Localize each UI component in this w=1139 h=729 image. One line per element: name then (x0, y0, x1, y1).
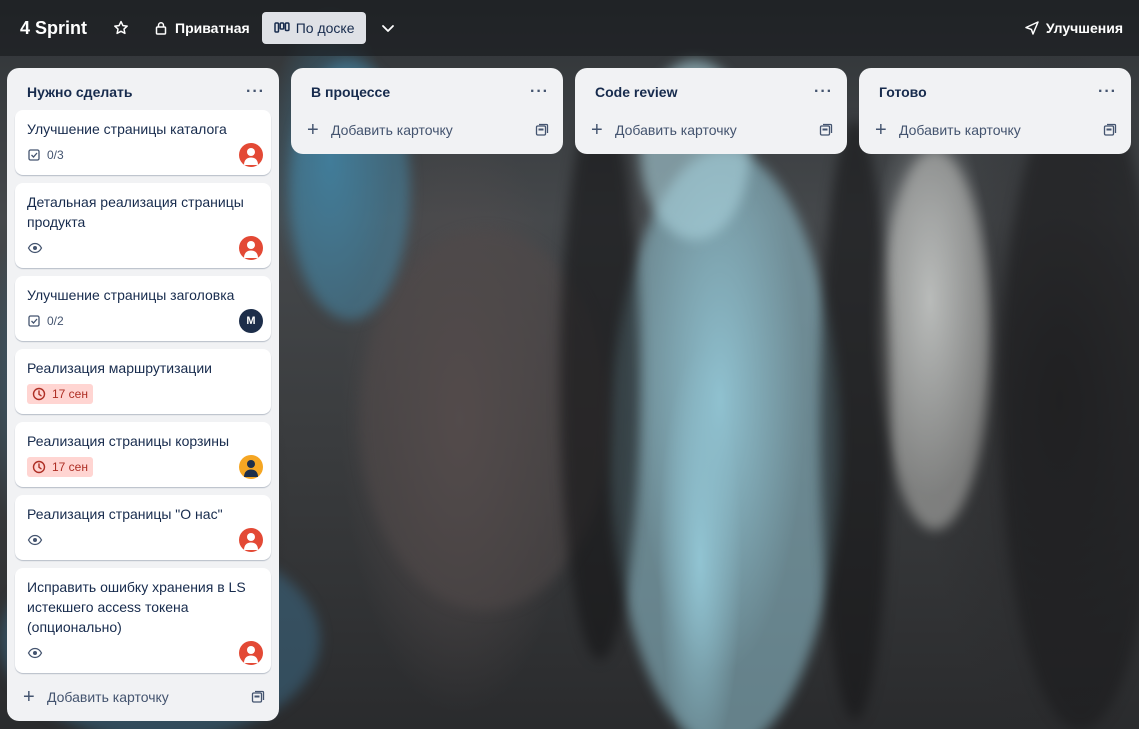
checklist-badge: 0/3 (27, 148, 64, 162)
card-title: Улучшение страницы заголовка (27, 287, 235, 303)
card-badges: 0/2 (27, 309, 259, 333)
clock-icon (32, 460, 46, 474)
plus-icon: + (307, 119, 319, 141)
user-icon (244, 241, 258, 258)
avatar[interactable] (239, 236, 263, 260)
card-title: Улучшение страницы каталога (27, 121, 227, 137)
list-done: Готово ··· + Добавить карточку (859, 68, 1131, 154)
add-card-label: Добавить карточку (47, 689, 169, 705)
visibility-button[interactable]: Приватная (145, 12, 258, 44)
add-card-button[interactable]: + Добавить карточку (299, 114, 555, 146)
user-icon (244, 148, 258, 165)
plus-icon: + (591, 119, 603, 141)
list-title[interactable]: Code review (595, 84, 677, 100)
card-template-icon[interactable] (535, 123, 549, 137)
board-view-label: По доске (295, 20, 355, 36)
card-badges (27, 236, 259, 260)
list-header[interactable]: Готово ··· (867, 76, 1123, 108)
plus-icon: + (875, 119, 887, 141)
due-date: 17 сен (52, 387, 88, 401)
list-title[interactable]: Готово (879, 84, 927, 100)
add-card-button[interactable]: + Добавить карточку (583, 114, 839, 146)
add-card-button[interactable]: + Добавить карточку (15, 681, 271, 713)
improvements-button[interactable]: Улучшения (1016, 12, 1131, 44)
checklist-badge: 0/2 (27, 314, 64, 328)
list-header[interactable]: В процессе ··· (299, 76, 555, 108)
add-card-button[interactable]: + Добавить карточку (867, 114, 1123, 146)
avatar[interactable] (239, 528, 263, 552)
due-date-badge[interactable]: 17 сен (27, 384, 93, 404)
card-badges: 0/3 (27, 143, 259, 167)
improvements-label: Улучшения (1045, 20, 1123, 36)
card[interactable]: Исправить ошибку хранения в LS истекшего… (15, 568, 271, 673)
avatar[interactable] (239, 455, 263, 479)
card-badges (27, 528, 259, 552)
card-template-icon[interactable] (819, 123, 833, 137)
user-icon (244, 460, 258, 477)
avatar-initial: M (246, 315, 256, 327)
user-icon (244, 533, 258, 550)
card-badges (27, 641, 259, 665)
more-dots-icon[interactable]: ··· (1098, 83, 1117, 101)
avatar[interactable] (239, 641, 263, 665)
watch-badge (27, 533, 43, 547)
card-title: Детальная реализация страницы продукта (27, 194, 244, 230)
avatar[interactable] (239, 143, 263, 167)
due-date-badge[interactable]: 17 сен (27, 457, 93, 477)
checklist-icon (28, 149, 40, 161)
board-view-icon (273, 20, 290, 36)
add-card-label: Добавить карточку (331, 122, 453, 138)
card[interactable]: Улучшение страницы каталога 0/3 (15, 110, 271, 175)
watch-badge (27, 646, 43, 660)
checklist-icon (28, 315, 40, 327)
more-dots-icon[interactable]: ··· (814, 83, 833, 101)
eye-icon (27, 534, 43, 546)
plus-icon: + (23, 686, 35, 708)
card-badges: 17 сен (27, 382, 259, 406)
list-header[interactable]: Code review ··· (583, 76, 839, 108)
user-icon (244, 646, 258, 663)
avatar[interactable]: M (239, 309, 263, 333)
card-badges: 17 сен (27, 455, 259, 479)
eye-icon (27, 242, 43, 254)
checklist-count: 0/3 (47, 148, 64, 162)
list-title[interactable]: Нужно сделать (27, 84, 133, 100)
more-dots-icon[interactable]: ··· (246, 83, 265, 101)
views-dropdown-button[interactable] (372, 12, 404, 44)
clock-icon (32, 387, 46, 401)
eye-icon (27, 647, 43, 659)
visibility-label: Приватная (175, 20, 250, 36)
due-date: 17 сен (52, 460, 88, 474)
card-title: Реализация страницы корзины (27, 433, 230, 449)
list-header[interactable]: Нужно сделать ··· (15, 76, 271, 108)
card[interactable]: Улучшение страницы заголовка 0/2 M (15, 276, 271, 341)
list-in-progress: В процессе ··· + Добавить карточку (291, 68, 563, 154)
board-title[interactable]: 4 Sprint (20, 18, 87, 39)
chevron-down-icon (380, 20, 396, 36)
card-stack: Улучшение страницы каталога 0/3 Детальна… (15, 110, 271, 673)
card[interactable]: Реализация страницы "О нас" (15, 495, 271, 560)
lock-icon (153, 20, 169, 36)
add-card-label: Добавить карточку (615, 122, 737, 138)
rocket-icon (1024, 20, 1040, 36)
board-view-button[interactable]: По доске (261, 12, 367, 44)
card-template-icon[interactable] (251, 690, 265, 704)
card[interactable]: Детальная реализация страницы продукта (15, 183, 271, 268)
add-card-label: Добавить карточку (899, 122, 1021, 138)
board-header: 4 Sprint Приватная По доске Улучшения (0, 0, 1139, 56)
checklist-count: 0/2 (47, 314, 64, 328)
list-todo: Нужно сделать ··· Улучшение страницы кат… (7, 68, 279, 721)
card[interactable]: Реализация маршрутизации 17 сен (15, 349, 271, 414)
card-title: Исправить ошибку хранения в LS истекшего… (27, 579, 246, 635)
star-button[interactable] (105, 12, 137, 44)
more-dots-icon[interactable]: ··· (530, 83, 549, 101)
star-icon (113, 20, 129, 36)
card[interactable]: Реализация страницы корзины 17 сен (15, 422, 271, 487)
list-code-review: Code review ··· + Добавить карточку (575, 68, 847, 154)
watch-badge (27, 241, 43, 255)
card-template-icon[interactable] (1103, 123, 1117, 137)
list-title[interactable]: В процессе (311, 84, 390, 100)
card-title: Реализация маршрутизации (27, 360, 212, 376)
card-title: Реализация страницы "О нас" (27, 506, 223, 522)
